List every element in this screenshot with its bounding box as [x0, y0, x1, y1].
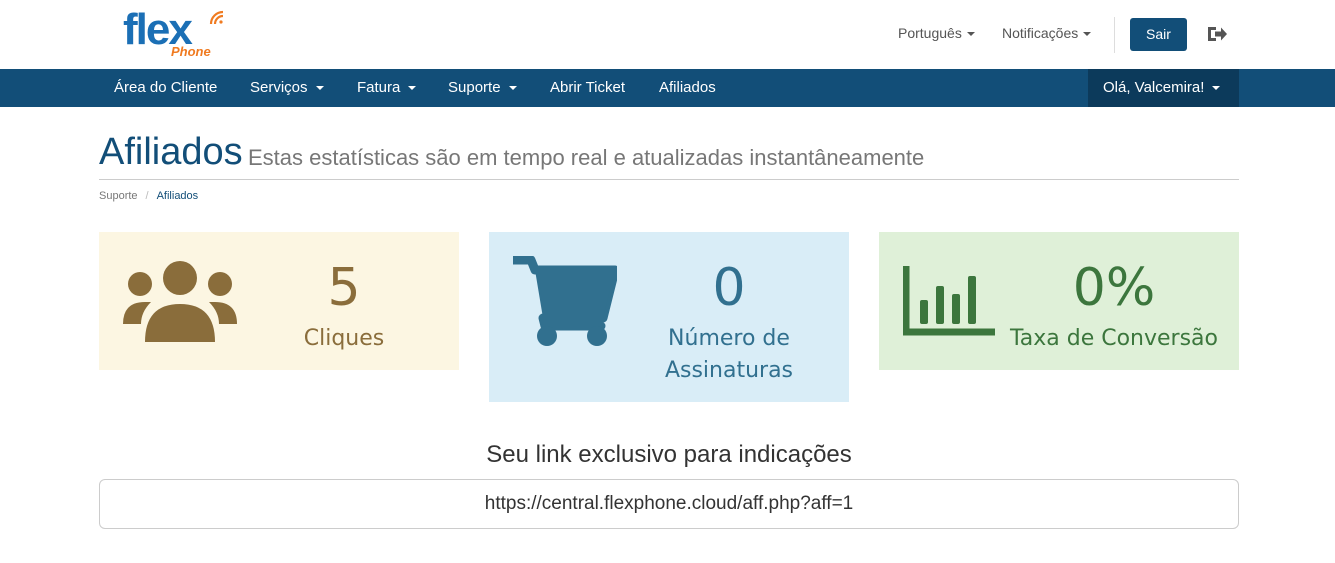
chevron-down-icon [966, 32, 975, 37]
conversion-rate: 0% [1072, 258, 1156, 318]
clicks-count: 5 [327, 258, 361, 318]
nav-item-services[interactable]: Serviços [250, 69, 324, 107]
language-dropdown[interactable]: Português [898, 24, 975, 42]
clicks-label: Cliques [303, 326, 385, 351]
page-subtitle: Estas estatísticas são em tempo real e a… [248, 145, 925, 170]
users-icon [123, 261, 237, 342]
nav-item-support[interactable]: Suporte [448, 69, 517, 107]
chevron-down-icon [315, 86, 324, 91]
chevron-down-icon [1083, 32, 1092, 37]
shopping-cart-icon [513, 256, 617, 346]
nav-item-billing[interactable]: Fatura [357, 69, 417, 107]
conversion-label: Taxa de Conversão [1009, 326, 1219, 351]
referral-link-field[interactable]: https://central.flexphone.cloud/aff.php?… [99, 479, 1239, 529]
breadcrumb-link-support[interactable]: Suporte [99, 190, 138, 202]
nav-item-client-area[interactable]: Área do Cliente [114, 69, 217, 107]
logo-subtext: Phone [171, 44, 211, 59]
nav-item-affiliates[interactable]: Afiliados [659, 69, 716, 107]
wifi-wave-icon [209, 10, 224, 25]
top-header: flex Phone Português Notificações Sair [0, 0, 1335, 69]
chevron-down-icon [408, 86, 417, 91]
language-label: Português [898, 25, 962, 41]
header-divider [1114, 17, 1115, 53]
header-divider [99, 179, 1239, 180]
user-menu-dropdown[interactable]: Olá, Valcemira! [1088, 69, 1239, 107]
nav-item-label: Serviços [250, 79, 308, 96]
chevron-down-icon [508, 86, 517, 91]
nav-item-label: Afiliados [659, 79, 716, 96]
chevron-down-icon [1212, 86, 1221, 91]
notifications-label: Notificações [1002, 25, 1079, 41]
stat-box-conversion: 0% Taxa de Conversão [879, 232, 1239, 370]
notifications-dropdown[interactable]: Notificações [1002, 24, 1092, 42]
logout-button[interactable]: Sair [1130, 18, 1187, 51]
breadcrumb: Suporte / Afiliados [99, 188, 198, 204]
stat-box-subscriptions: 0 Número de Assinaturas [489, 232, 849, 402]
sign-out-icon[interactable] [1206, 24, 1228, 44]
user-greeting: Olá, Valcemira! [1103, 79, 1205, 96]
subscriptions-label: Número de Assinaturas [664, 326, 794, 383]
breadcrumb-current: Afiliados [156, 190, 199, 202]
breadcrumb-separator: / [145, 190, 149, 202]
nav-item-label: Fatura [357, 79, 401, 96]
main-navbar: Área do Cliente Serviços Fatura Suporte … [0, 69, 1335, 107]
bar-chart-icon [903, 266, 995, 336]
referral-link-title: Seu link exclusivo para indicações [486, 441, 852, 468]
nav-item-label: Área do Cliente [114, 79, 218, 96]
page-title: Afiliados [99, 131, 243, 173]
nav-item-open-ticket[interactable]: Abrir Ticket [550, 69, 625, 107]
flexphone-logo[interactable]: flex Phone [123, 8, 233, 60]
nav-item-label: Suporte [448, 79, 501, 96]
nav-item-label: Abrir Ticket [550, 79, 626, 96]
stat-box-clicks: 5 Cliques [99, 232, 459, 370]
subscriptions-count: 0 [712, 258, 746, 318]
